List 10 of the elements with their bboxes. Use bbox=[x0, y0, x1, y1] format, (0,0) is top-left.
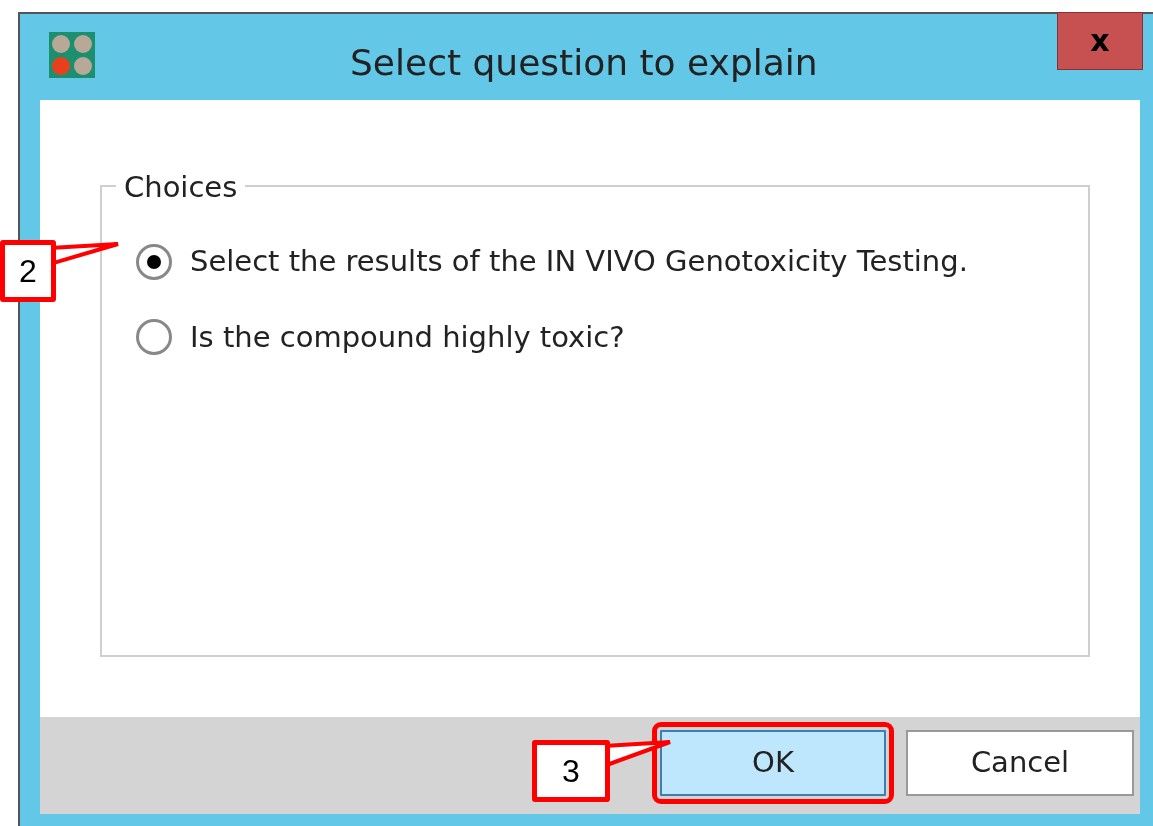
app-icon bbox=[49, 32, 95, 78]
radio-button[interactable] bbox=[136, 319, 172, 356]
option-label: Is the compound highly toxic? bbox=[190, 318, 625, 356]
callout-label: 3 bbox=[532, 740, 610, 802]
window-title: Select question to explain bbox=[350, 41, 818, 85]
close-button[interactable]: x bbox=[1057, 12, 1143, 70]
radio-button[interactable] bbox=[136, 243, 172, 280]
option-label: Select the results of the IN VIVO Genotoxicity Testing. bbox=[190, 243, 968, 280]
cancel-button[interactable]: Cancel bbox=[906, 730, 1134, 796]
callout-label: 2 bbox=[0, 240, 56, 302]
